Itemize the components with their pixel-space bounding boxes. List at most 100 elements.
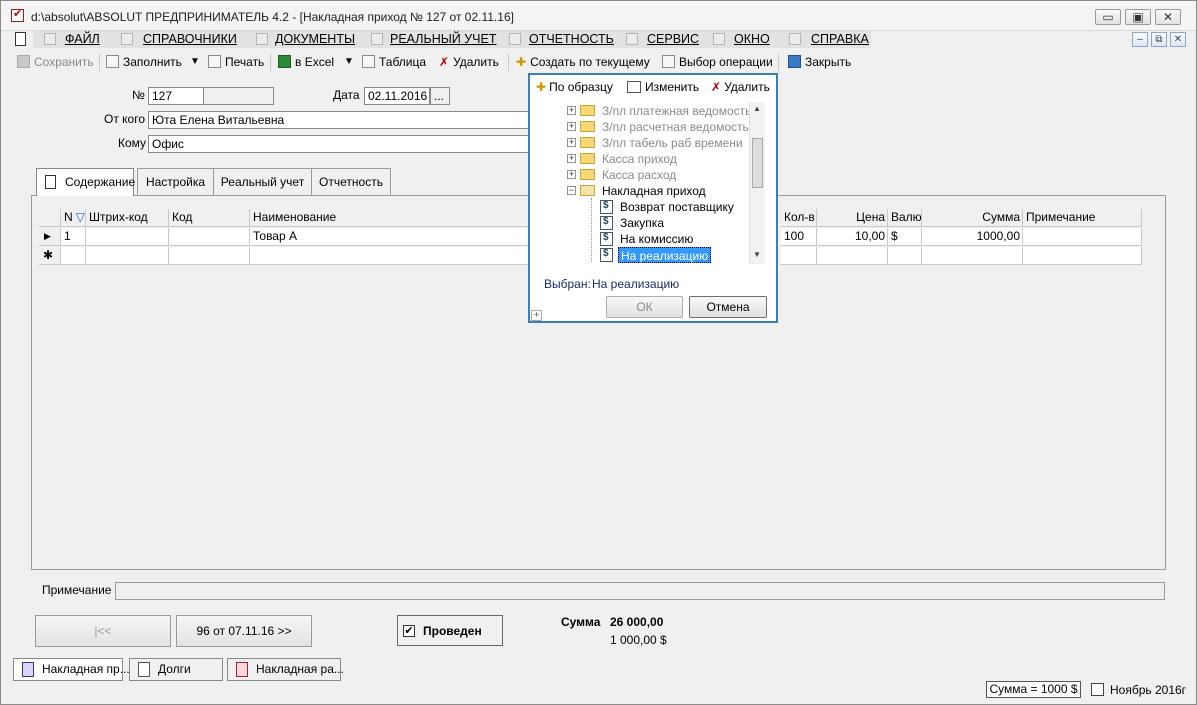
col-header-qty[interactable]: Кол-в: [781, 209, 817, 227]
from-field[interactable]: Юта Елена Витальевна: [148, 111, 530, 129]
task-tab-invoice-in[interactable]: Накладная пр...: [13, 658, 130, 681]
table-row-currency[interactable]: $: [888, 228, 922, 246]
nav-next-button[interactable]: 96 от 07.11.16 >>: [176, 615, 312, 647]
posted-checkbox[interactable]: ✔: [403, 625, 415, 637]
menu-directories[interactable]: СПРАВОЧНИКИ: [143, 32, 237, 46]
menu-help[interactable]: СПРАВКА: [811, 32, 869, 46]
tree-item[interactable]: З/пл платежная ведомость: [602, 103, 751, 119]
table-row-price[interactable]: 10,00: [817, 228, 888, 246]
menu-window[interactable]: ОКНО: [734, 32, 770, 46]
menu-service[interactable]: СЕРВИС: [647, 32, 699, 46]
table-row-name[interactable]: Товар А: [250, 228, 530, 246]
col-header-sum[interactable]: Сумма: [922, 209, 1023, 227]
ok-button[interactable]: ОК: [606, 296, 683, 318]
mdi-close-button[interactable]: ✕: [1170, 32, 1186, 47]
dollar-doc-icon: [600, 200, 613, 214]
new-row-cell[interactable]: [250, 247, 530, 265]
print-button[interactable]: Печать: [208, 52, 264, 72]
to-field[interactable]: Офис: [148, 135, 530, 153]
menu-reports[interactable]: ОТЧЕТНОСТЬ: [529, 32, 614, 46]
popup-delete-button[interactable]: ✗ Удалить: [711, 80, 770, 94]
date-picker-button[interactable]: ...: [430, 87, 450, 105]
col-header-currency[interactable]: Валю: [888, 209, 922, 227]
expand-icon[interactable]: +: [567, 170, 576, 179]
scroll-up-icon[interactable]: ▲: [753, 104, 761, 113]
table-row-num[interactable]: 1: [61, 228, 86, 246]
menu-real-accounting[interactable]: РЕАЛЬНЫЙ УЧЕТ: [390, 32, 497, 46]
mdi-restore-button[interactable]: ⧉: [1151, 32, 1167, 47]
expand-icon[interactable]: +: [567, 106, 576, 115]
expand-icon[interactable]: +: [567, 138, 576, 147]
save-button[interactable]: Сохранить: [17, 52, 94, 72]
fill-dropdown-arrow[interactable]: ▼: [190, 52, 200, 72]
table-row-barcode[interactable]: [86, 228, 169, 246]
col-header-code[interactable]: Код: [169, 209, 250, 227]
tree-item[interactable]: На комиссию: [620, 231, 693, 247]
new-row-cell[interactable]: [817, 247, 888, 265]
new-row-cell[interactable]: [61, 247, 86, 265]
tree-item[interactable]: Возврат поставщику: [620, 199, 734, 215]
new-row-cell[interactable]: [781, 247, 817, 265]
table-button[interactable]: Таблица: [362, 52, 426, 72]
col-header-barcode[interactable]: Штрих-код: [86, 209, 169, 227]
tree-item-selected[interactable]: На реализацию: [618, 247, 712, 263]
create-by-current-button[interactable]: ✚ Создать по текущему: [516, 52, 650, 72]
scroll-down-icon[interactable]: ▼: [753, 250, 761, 259]
excel-button[interactable]: в Excel: [278, 52, 334, 72]
tab-content[interactable]: Содержание: [36, 168, 135, 196]
nav-first-button[interactable]: |<<: [35, 615, 171, 647]
task-tab-invoice-out[interactable]: Накладная ра...: [227, 658, 344, 681]
tree-item[interactable]: Касса приход: [602, 151, 677, 167]
tree-item[interactable]: Закупка: [620, 215, 664, 231]
posted-box[interactable]: ✔ Проведен: [397, 615, 503, 646]
cancel-button[interactable]: Отмена: [689, 296, 767, 318]
task-tab-debts[interactable]: Долги: [129, 658, 223, 681]
new-row-cell[interactable]: [922, 247, 1023, 265]
close-button[interactable]: ✕: [1155, 9, 1181, 25]
maximize-button[interactable]: ▣: [1125, 9, 1151, 25]
close-doc-button[interactable]: Закрыть: [788, 52, 851, 72]
menu-documents[interactable]: ДОКУМЕНТЫ: [275, 32, 355, 46]
menu-file[interactable]: ФАЙЛ: [65, 32, 100, 46]
tree-scrollbar[interactable]: ▲ ▼: [749, 102, 765, 264]
expand-icon[interactable]: +: [567, 154, 576, 163]
tab-reports[interactable]: Отчетность: [311, 168, 391, 195]
edit-button[interactable]: Изменить: [627, 80, 699, 94]
by-sample-button[interactable]: ✚ По образцу: [536, 80, 613, 94]
tree-item[interactable]: З/пл табель раб времени: [602, 135, 743, 151]
tree-item[interactable]: З/пл расчетная ведомость: [602, 119, 749, 135]
new-document-icon[interactable]: [15, 32, 26, 46]
delete-button[interactable]: ✗ Удалить: [439, 52, 499, 72]
tree-item[interactable]: Накладная приход: [602, 183, 706, 199]
table-row-code[interactable]: [169, 228, 250, 246]
new-row-cell[interactable]: [888, 247, 922, 265]
col-header-note[interactable]: Примечание: [1023, 209, 1142, 227]
fill-button[interactable]: Заполнить: [106, 52, 182, 72]
date-field[interactable]: 02.11.2016: [364, 87, 430, 105]
table-row-sum[interactable]: 1000,00: [922, 228, 1023, 246]
excel-dropdown-arrow[interactable]: ▼: [344, 52, 354, 72]
collapse-icon[interactable]: −: [567, 186, 576, 195]
new-row-cell[interactable]: [1023, 247, 1142, 265]
minimize-button[interactable]: ▭: [1095, 9, 1121, 25]
col-header-num[interactable]: N ▽: [61, 209, 86, 227]
new-row-cell[interactable]: [86, 247, 169, 265]
sum-currency-value: 1 000,00 $: [610, 633, 667, 647]
tab-settings[interactable]: Настройка: [137, 168, 214, 195]
expand-icon[interactable]: +: [567, 122, 576, 131]
number-suffix-field[interactable]: [203, 87, 274, 105]
mdi-minimize-button[interactable]: –: [1132, 32, 1148, 47]
tree-item[interactable]: Касса расход: [602, 167, 676, 183]
new-row-cell[interactable]: [169, 247, 250, 265]
note-field[interactable]: [115, 582, 1165, 600]
resize-grip-icon[interactable]: +: [531, 310, 542, 321]
table-row-qty[interactable]: 100: [781, 228, 817, 246]
scroll-thumb[interactable]: [752, 138, 763, 188]
window-title: d:\absolut\ABSOLUT ПРЕДПРИНИМАТЕЛЬ 4.2 -…: [31, 10, 514, 24]
col-header-name[interactable]: Наименование: [250, 209, 530, 227]
number-field[interactable]: 127: [148, 87, 204, 105]
select-operation-button[interactable]: Выбор операции: [662, 52, 773, 72]
col-header-price[interactable]: Цена: [817, 209, 888, 227]
table-row-note[interactable]: [1023, 228, 1142, 246]
tab-real-accounting[interactable]: Реальный учет: [213, 168, 312, 195]
